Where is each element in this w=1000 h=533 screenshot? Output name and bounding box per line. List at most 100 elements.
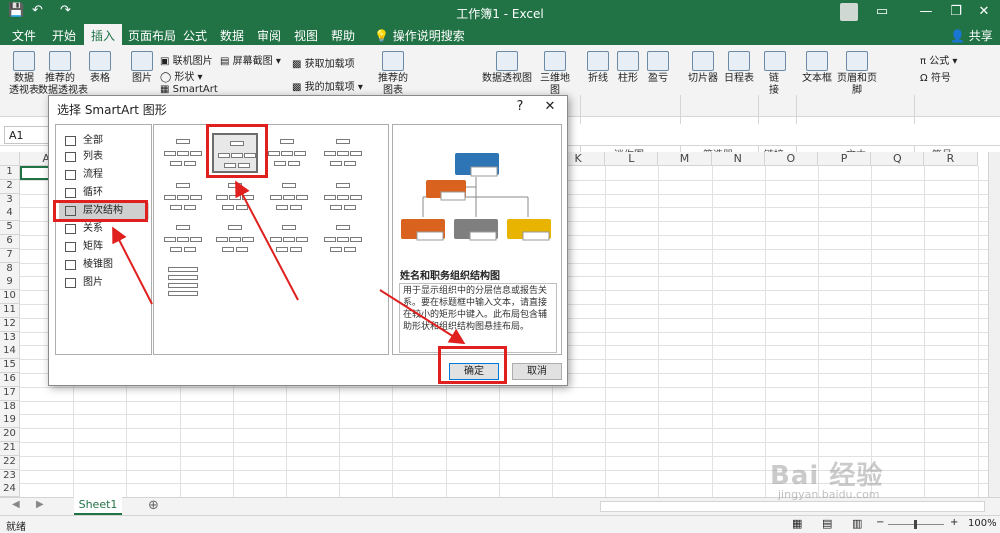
row-header[interactable]: 24 (0, 483, 20, 498)
tab-help[interactable]: 帮助 (331, 27, 355, 44)
sparkline-winloss-button[interactable]: 盈亏 (646, 51, 670, 85)
online-picture-button[interactable]: ▣ 联机图片 (160, 52, 213, 67)
row-header[interactable]: 21 (0, 442, 20, 456)
row-header[interactable]: 4 (0, 207, 20, 222)
column-header[interactable]: P (818, 152, 872, 166)
row-header[interactable]: 6 (0, 235, 20, 249)
row-header[interactable]: 22 (0, 455, 20, 470)
get-addins-button[interactable]: ▩ 获取加载项 (292, 55, 355, 70)
ok-button[interactable]: 确定 (449, 363, 499, 380)
screenshot-button[interactable]: ▤ 屏幕截图 ▾ (220, 52, 281, 67)
avatar[interactable] (840, 3, 858, 21)
category-matrix[interactable]: 矩阵 (59, 239, 149, 255)
add-sheet-icon[interactable]: ⊕ (148, 498, 159, 513)
tab-formulas[interactable]: 公式 (183, 27, 207, 44)
row-header[interactable]: 11 (0, 304, 20, 318)
layout-thumbnail[interactable] (160, 177, 206, 217)
sparkline-line-button[interactable]: 折线 (586, 51, 610, 85)
shapes-button[interactable]: ◯ 形状 ▾ (160, 68, 203, 83)
row-header[interactable]: 12 (0, 317, 20, 332)
tab-data[interactable]: 数据 (220, 27, 244, 44)
tab-view[interactable]: 视图 (294, 27, 318, 44)
my-addins-button[interactable]: ▩ 我的加载项 ▾ (292, 78, 363, 93)
column-header[interactable]: L (605, 152, 659, 166)
timeline-button[interactable]: 日程表 (722, 51, 756, 85)
scroll-right-icon[interactable]: ▶ (36, 499, 44, 510)
slicer-button[interactable]: 切片器 (686, 51, 720, 85)
row-header[interactable]: 5 (0, 221, 20, 236)
zoom-in-icon[interactable]: + (950, 517, 958, 528)
row-header[interactable]: 9 (0, 276, 20, 291)
layout-thumbnail[interactable] (320, 219, 366, 259)
row-header[interactable]: 14 (0, 345, 20, 360)
row-header[interactable]: 17 (0, 386, 20, 401)
tab-page-layout[interactable]: 页面布局 (128, 27, 176, 44)
category-pyramid[interactable]: 棱锥图 (59, 257, 149, 273)
link-button[interactable]: 链 接 (764, 51, 786, 97)
column-header[interactable]: R (924, 152, 978, 166)
row-header[interactable]: 2 (0, 179, 20, 194)
category-hierarchy[interactable]: 层次结构 (59, 203, 149, 219)
row-header[interactable]: 1 (0, 166, 20, 180)
dialog-close-button[interactable]: ✕ (539, 97, 561, 117)
tab-review[interactable]: 审阅 (257, 27, 281, 44)
zoom-out-icon[interactable]: − (876, 517, 884, 528)
category-list-item[interactable]: 列表 (59, 149, 149, 165)
row-header[interactable]: 16 (0, 373, 20, 387)
layout-thumbnail[interactable] (160, 133, 206, 173)
layout-thumbnail[interactable] (160, 219, 206, 259)
layout-thumbnail[interactable] (264, 133, 310, 173)
tab-home[interactable]: 开始 (52, 27, 76, 44)
zoom-level[interactable]: 100% (968, 518, 997, 529)
cancel-button[interactable]: 取消 (512, 363, 562, 380)
layout-name-title-org-chart[interactable] (212, 133, 258, 173)
row-header[interactable]: 13 (0, 331, 20, 346)
column-header[interactable]: N (711, 152, 765, 166)
recommended-charts-button[interactable]: 推荐的 图表 (378, 51, 408, 97)
row-header[interactable]: 18 (0, 400, 20, 415)
layout-thumbnail[interactable] (212, 177, 258, 217)
layout-thumbnail[interactable] (160, 261, 206, 301)
row-header[interactable]: 8 (0, 262, 20, 277)
sparkline-column-button[interactable]: 柱形 (616, 51, 640, 85)
horizontal-scrollbar[interactable] (600, 501, 985, 512)
row-header[interactable]: 20 (0, 428, 20, 443)
column-header[interactable]: Q (871, 152, 925, 166)
row-header[interactable]: 7 (0, 248, 20, 263)
column-header[interactable]: O (764, 152, 818, 166)
layout-thumbnail[interactable] (320, 177, 366, 217)
row-header[interactable]: 19 (0, 414, 20, 429)
layout-thumbnail[interactable] (320, 133, 366, 173)
zoom-slider-thumb[interactable] (914, 520, 917, 529)
equation-button[interactable]: π 公式 ▾ (920, 52, 957, 67)
dialog-help-button[interactable]: ? (509, 97, 531, 117)
map3d-button[interactable]: 三维地 图 (540, 51, 570, 97)
row-header[interactable]: 3 (0, 193, 20, 208)
page-break-view-icon[interactable]: ▥ (852, 517, 862, 530)
scroll-left-icon[interactable]: ◀ (12, 499, 20, 510)
category-cycle[interactable]: 循环 (59, 185, 149, 201)
vertical-scrollbar[interactable] (988, 152, 1000, 497)
normal-view-icon[interactable]: ▦ (792, 517, 802, 530)
recommended-pivot-button[interactable]: 推荐的 数据透视表 (38, 51, 88, 97)
row-header[interactable]: 15 (0, 359, 20, 374)
layout-thumbnail[interactable] (212, 219, 258, 259)
tab-file[interactable]: 文件 (12, 27, 36, 44)
row-header[interactable]: 10 (0, 290, 20, 305)
page-layout-view-icon[interactable]: ▤ (822, 517, 832, 530)
share-button[interactable]: 👤 共享 (950, 27, 993, 44)
layout-thumbnail[interactable] (266, 177, 312, 217)
category-relationship[interactable]: 关系 (59, 221, 149, 237)
ribbon-display-button[interactable]: ▭ (860, 0, 904, 24)
picture-button[interactable]: 图片 (128, 51, 156, 85)
tab-insert[interactable]: 插入 (84, 24, 123, 45)
layout-thumbnail[interactable] (266, 219, 312, 259)
textbox-button[interactable]: 文本框 (802, 51, 832, 85)
table-button[interactable]: 表格 (86, 51, 114, 85)
smartart-button[interactable]: ▦ SmartArt (160, 84, 218, 95)
select-all-corner[interactable] (0, 152, 20, 166)
pivot-chart-button[interactable]: 数据透视图 (478, 51, 536, 85)
header-footer-button[interactable]: 页眉和页脚 (834, 51, 880, 97)
category-all[interactable]: 全部 (59, 133, 149, 149)
row-header[interactable]: 23 (0, 469, 20, 484)
